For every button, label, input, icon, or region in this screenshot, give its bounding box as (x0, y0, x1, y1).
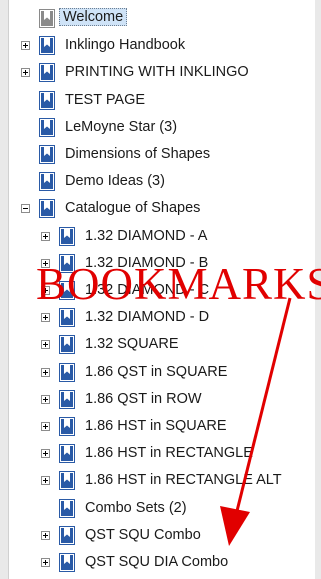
arrow-shaft (234, 297, 292, 516)
arrow-head (220, 506, 250, 546)
annotation-arrow-icon (220, 297, 292, 546)
